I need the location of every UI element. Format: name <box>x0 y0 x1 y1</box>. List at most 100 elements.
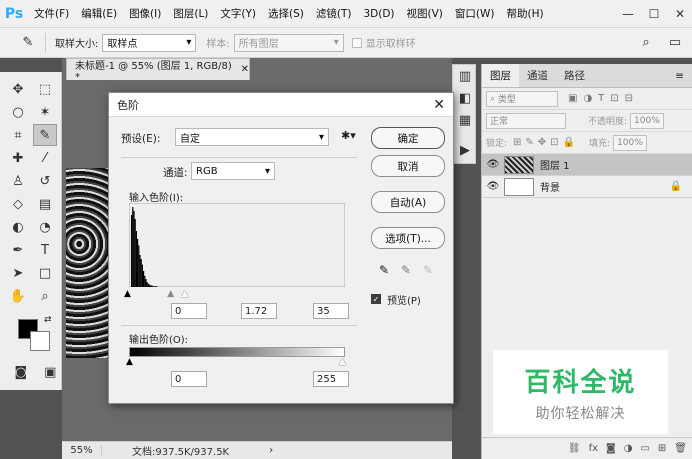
marquee-tool-icon[interactable]: ⬚ <box>33 78 57 100</box>
swap-colors-icon[interactable]: ⇄ <box>44 315 52 325</box>
eye-icon[interactable]: 👁 <box>482 159 504 170</box>
brush-tool-icon[interactable]: ⁄ <box>33 147 57 169</box>
input-slider-track[interactable]: ▲ ▲ ▲ <box>124 287 345 299</box>
tab-layers[interactable]: 图层 <box>482 64 519 87</box>
panel-menu-icon[interactable]: ≡ <box>667 64 692 87</box>
magic-wand-tool-icon[interactable]: ✶ <box>33 101 57 123</box>
zoom-tool-icon[interactable]: ⌕ <box>33 285 57 307</box>
input-gamma-slider[interactable]: ▲ <box>167 289 174 299</box>
add-mask-icon[interactable]: ◙ <box>606 443 616 454</box>
menu-file[interactable]: 文件(F) <box>28 0 75 28</box>
tab-paths[interactable]: 路径 <box>556 64 593 87</box>
output-black-field[interactable]: 0 <box>171 371 207 387</box>
play-icon[interactable]: ▶ <box>453 139 477 161</box>
menu-view[interactable]: 视图(V) <box>401 0 449 28</box>
fx-icon[interactable]: fx <box>589 443 598 454</box>
properties-panel-icon[interactable]: ▦ <box>453 109 477 131</box>
dodge-tool-icon[interactable]: ◔ <box>33 216 57 238</box>
input-black-slider[interactable]: ▲ <box>124 289 131 299</box>
screen-mode-icon[interactable]: ▣ <box>40 361 62 383</box>
channel-value: RGB <box>196 165 218 177</box>
menu-layer[interactable]: 图层(L) <box>167 0 214 28</box>
menu-select[interactable]: 选择(S) <box>262 0 310 28</box>
sample-select[interactable]: 所有图层 ▾ <box>233 33 344 52</box>
output-white-slider[interactable]: ▲ <box>339 357 346 367</box>
quick-mask-icon[interactable]: ◙ <box>10 361 32 383</box>
minimize-button[interactable]: — <box>616 4 640 24</box>
blend-mode-select[interactable]: 正常 <box>486 112 566 129</box>
menu-filter[interactable]: 滤镜(T) <box>310 0 358 28</box>
clone-stamp-tool-icon[interactable]: ♙ <box>6 170 30 192</box>
tab-channels[interactable]: 通道 <box>519 64 556 87</box>
auto-button[interactable]: 自动(A) <box>371 191 445 213</box>
zoom-level[interactable]: 55% <box>62 445 102 456</box>
fill-field[interactable]: 100% <box>613 134 648 151</box>
group-icon[interactable]: ▭ <box>640 443 649 454</box>
menu-image[interactable]: 图像(I) <box>123 0 167 28</box>
cancel-button[interactable]: 取消 <box>371 155 445 177</box>
lasso-tool-icon[interactable]: ○ <box>6 101 30 123</box>
menu-type[interactable]: 文字(Y) <box>214 0 262 28</box>
input-white-slider[interactable]: ▲ <box>181 289 188 299</box>
eyedropper-icon[interactable]: ✎ <box>16 32 40 54</box>
options-button[interactable]: 选项(T)... <box>371 227 445 249</box>
white-eyedropper-icon[interactable]: ✎ <box>423 263 433 277</box>
move-tool-icon[interactable]: ✥ <box>6 78 30 100</box>
gradient-tool-icon[interactable]: ▤ <box>33 193 57 215</box>
close-window-button[interactable]: ✕ <box>668 4 692 24</box>
menu-edit[interactable]: 编辑(E) <box>75 0 123 28</box>
preview-checkbox[interactable]: ✓ <box>371 294 381 304</box>
layer-name[interactable]: 背景 <box>540 179 560 194</box>
pen-tool-icon[interactable]: ✒ <box>6 239 30 261</box>
layer-row[interactable]: 👁 背景 🔒 <box>482 176 692 198</box>
gray-eyedropper-icon[interactable]: ✎ <box>401 263 411 277</box>
show-ring-checkbox[interactable] <box>351 37 362 48</box>
close-tab-icon[interactable]: ✕ <box>241 64 249 75</box>
document-canvas[interactable] <box>66 168 110 358</box>
rectangle-tool-icon[interactable]: □ <box>33 262 57 284</box>
sample-size-select[interactable]: 取样点 ▾ <box>102 33 197 52</box>
close-icon[interactable]: ✕ <box>433 97 445 113</box>
adjustments-panel-icon[interactable]: ◧ <box>453 87 477 109</box>
input-black-field[interactable]: 0 <box>171 303 207 319</box>
healing-brush-tool-icon[interactable]: ✚ <box>6 147 30 169</box>
lock-icons[interactable]: ⊞✎✥⊡🔒 <box>513 137 579 148</box>
ok-button[interactable]: 确定 <box>371 127 445 149</box>
blur-tool-icon[interactable]: ◐ <box>6 216 30 238</box>
layer-name[interactable]: 图层 1 <box>540 157 570 172</box>
path-selection-tool-icon[interactable]: ➤ <box>6 262 30 284</box>
opacity-field[interactable]: 100% <box>630 112 665 129</box>
preset-select[interactable]: 自定 ▾ <box>175 128 329 146</box>
lock-icon[interactable]: 🔒 <box>670 181 682 192</box>
layer-row[interactable]: 👁 图层 1 <box>482 154 692 176</box>
menu-window[interactable]: 窗口(W) <box>449 0 501 28</box>
adjustment-layer-icon[interactable]: ◑ <box>624 443 633 454</box>
layer-filter-select[interactable]: ⌕ 类型 <box>486 90 558 107</box>
histogram-panel-icon[interactable]: ▥ <box>453 65 477 87</box>
preset-options-icon[interactable]: ✱▾ <box>341 129 356 142</box>
menu-3d[interactable]: 3D(D) <box>357 0 400 28</box>
chevron-right-icon[interactable]: › <box>269 445 273 456</box>
black-eyedropper-icon[interactable]: ✎ <box>379 263 389 277</box>
maximize-button[interactable]: ☐ <box>642 4 666 24</box>
link-layers-icon[interactable]: ⛓ <box>568 443 581 454</box>
filter-icons[interactable]: ▣◑T⊡⊟ <box>568 93 639 104</box>
document-info[interactable]: 文档:937.5K/937.5K <box>132 443 229 458</box>
eyedropper-tool-icon[interactable]: ✎ <box>33 124 57 146</box>
history-brush-tool-icon[interactable]: ↺ <box>33 170 57 192</box>
background-color-swatch[interactable] <box>30 331 50 351</box>
output-black-slider[interactable]: ▲ <box>126 357 133 367</box>
document-tab[interactable]: 未标题-1 @ 55% (图层 1, RGB/8) * ✕ <box>66 58 250 83</box>
eye-icon[interactable]: 👁 <box>482 181 504 192</box>
trash-icon[interactable]: 🗑 <box>674 443 687 454</box>
eraser-tool-icon[interactable]: ◇ <box>6 193 30 215</box>
menu-help[interactable]: 帮助(H) <box>501 0 550 28</box>
type-tool-icon[interactable]: T <box>33 239 57 261</box>
hand-tool-icon[interactable]: ✋ <box>6 285 30 307</box>
crop-tool-icon[interactable]: ⌗ <box>6 124 30 146</box>
new-layer-icon[interactable]: ⊞ <box>658 443 666 454</box>
input-white-field[interactable]: 35 <box>313 303 349 319</box>
input-gamma-field[interactable]: 1.72 <box>241 303 277 319</box>
output-white-field[interactable]: 255 <box>313 371 349 387</box>
channel-select[interactable]: RGB ▾ <box>191 162 275 180</box>
